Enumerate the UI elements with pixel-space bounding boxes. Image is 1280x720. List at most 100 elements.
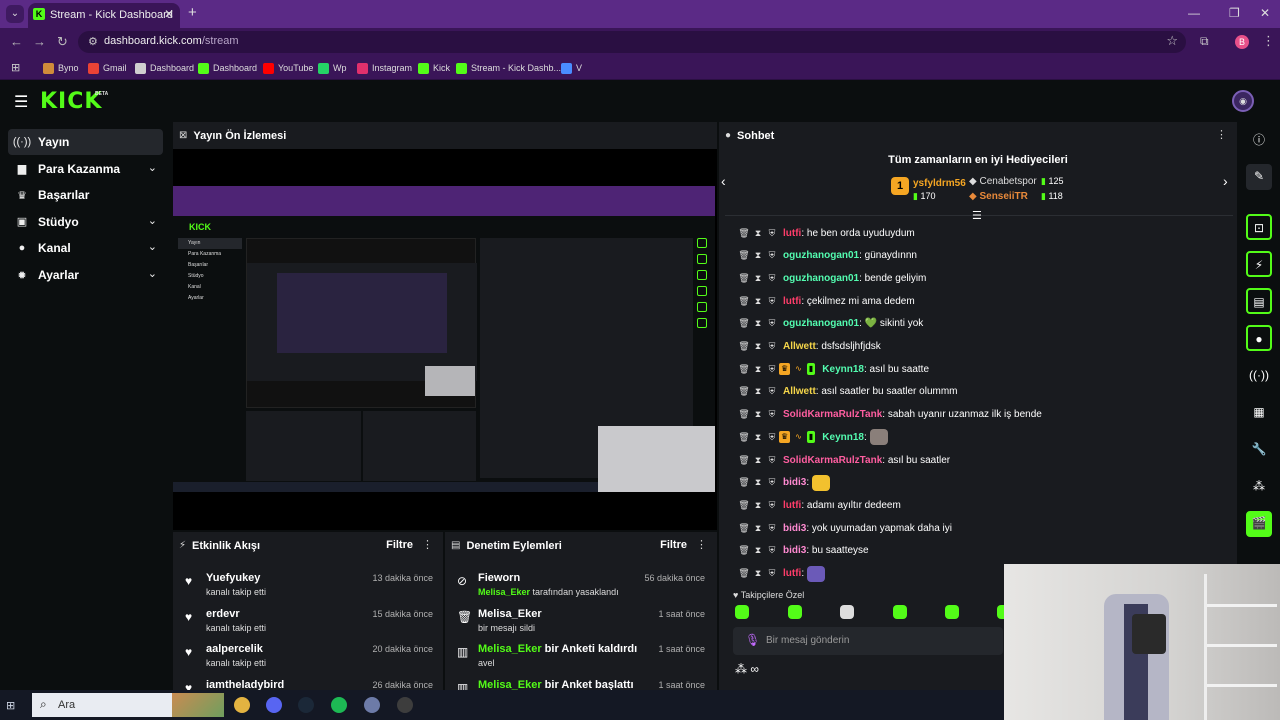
browser-menu-icon[interactable]: ⋮ <box>1262 33 1275 49</box>
timeout-icon[interactable]: ⧗ <box>751 273 765 284</box>
delete-message-icon[interactable]: 🗑 <box>737 296 751 307</box>
timeout-icon[interactable]: ⧗ <box>751 477 765 488</box>
address-bar[interactable]: ⚙ dashboard.kick.com/stream ☆ <box>78 31 1186 53</box>
shield-icon[interactable]: ⛨ <box>765 523 779 534</box>
back-icon[interactable]: ← <box>10 34 23 49</box>
chat-message[interactable]: 🗑 ⧗ ⛨ ♛ ∿ ▮ Keynn18: asıl bu saatte <box>737 359 1217 379</box>
chat-username[interactable]: Keynn18 <box>822 364 864 375</box>
flash-icon[interactable]: ⚡ <box>1246 251 1272 277</box>
close-tab-icon[interactable]: ✕ <box>164 7 174 21</box>
chat-message[interactable]: 🗑 ⧗ ⛨ SolidKarmaRulzTank: asıl bu saatler <box>737 450 1217 470</box>
bookmark-item[interactable]: YouTube <box>263 61 313 75</box>
apps-grid-icon[interactable]: ⊞ <box>11 61 20 74</box>
delete-message-icon[interactable]: 🗑 <box>737 455 751 466</box>
chat-username[interactable]: SolidKarmaRulzTank <box>783 455 882 466</box>
delete-message-icon[interactable]: 🗑 <box>737 409 751 420</box>
shield-icon[interactable]: ⛨ <box>765 545 779 556</box>
taskbar-search[interactable]: ⌕ Ara <box>32 693 224 717</box>
emote-icon[interactable] <box>840 605 854 619</box>
emote-icon[interactable] <box>893 605 907 619</box>
broadcast-toggle-icon[interactable]: ((·)) <box>1246 363 1272 389</box>
bookmark-item[interactable]: Dashboard <box>198 61 257 75</box>
chat-input[interactable]: 🎙 Bir mesaj gönderin <box>733 627 1003 655</box>
wrench-icon[interactable]: 🔧 <box>1246 437 1272 463</box>
shield-icon[interactable]: ⛨ <box>765 318 779 329</box>
spotify-icon[interactable] <box>331 697 347 713</box>
delete-message-icon[interactable]: 🗑 <box>737 477 751 488</box>
chat-message[interactable]: 🗑 ⧗ ⛨ lutfi: he ben orda uyuduydum <box>737 223 1217 243</box>
timeout-icon[interactable]: ⧗ <box>751 250 765 261</box>
shield-icon[interactable]: ⛨ <box>765 364 779 375</box>
moderation-user[interactable]: Melisa_Eker <box>478 608 542 620</box>
sidebar-item[interactable]: ● Kanal ⌄ <box>8 235 163 261</box>
chat-username[interactable]: Allwett <box>783 386 816 397</box>
timeout-icon[interactable]: ⧗ <box>751 568 765 579</box>
reload-icon[interactable]: ↻ <box>57 34 68 50</box>
shield-icon[interactable]: ⛨ <box>765 386 779 397</box>
third-gifter-name[interactable]: ◆ SenseiiTR <box>969 191 1028 202</box>
sidebar-item[interactable]: ✹ Ayarlar ⌄ <box>8 262 163 288</box>
chat-toggle-icon[interactable]: ● <box>1246 325 1272 351</box>
timeout-icon[interactable]: ⧗ <box>751 364 765 375</box>
chat-username[interactable]: bidi3 <box>783 545 806 556</box>
activity-user[interactable]: erdevr <box>206 608 240 620</box>
bookmark-item[interactable]: Gmail <box>88 61 127 75</box>
pinned-indicator-icon[interactable]: ☰ <box>972 209 982 222</box>
chat-username[interactable]: Keynn18 <box>822 432 864 443</box>
delete-message-icon[interactable]: 🗑 <box>737 386 751 397</box>
moderation-row[interactable]: ⊘ Fieworn Melisa_Eker tarafından yasakland… <box>445 570 717 605</box>
chat-message[interactable]: 🗑 ⧗ ⛨ ♛ ∿ ▮ Keynn18: <box>737 427 1217 447</box>
bookmark-item[interactable]: Byno <box>43 61 79 75</box>
emote-icon[interactable] <box>735 605 749 619</box>
restore-icon[interactable]: ❐ <box>1229 6 1240 20</box>
bookmark-item[interactable]: Dashboard <box>135 61 194 75</box>
shield-icon[interactable]: ⛨ <box>765 228 779 239</box>
clapperboard-icon[interactable]: 🎬 <box>1246 511 1272 537</box>
bookmark-item[interactable]: Stream - Kick Dashb... <box>456 61 561 75</box>
top-gifter-name[interactable]: ysfyldrm56 <box>913 178 966 189</box>
moderation-filter-button[interactable]: Filtre <box>660 539 687 551</box>
activity-more-icon[interactable]: ⋮ <box>422 538 433 551</box>
activity-row[interactable]: ♥ aalpercelik kanalı takip etti 20 dakika ö… <box>173 641 443 676</box>
chat-message[interactable]: 🗑 ⧗ ⛨ lutfi: çekilmez mi ama dedem <box>737 291 1217 311</box>
start-icon[interactable]: ⊞ <box>6 699 15 712</box>
microphone-icon[interactable]: 🎙 <box>745 633 760 647</box>
chat-message[interactable]: 🗑 ⧗ ⛨ bidi3: bu saatteyse <box>737 541 1217 561</box>
delete-message-icon[interactable]: 🗑 <box>737 364 751 375</box>
chat-username[interactable]: lutfi <box>783 228 801 239</box>
chat-username[interactable]: oguzhanogan01 <box>783 273 859 284</box>
bookmark-star-icon[interactable]: ☆ <box>1166 33 1178 49</box>
delete-message-icon[interactable]: 🗑 <box>737 318 751 329</box>
activity-user[interactable]: Yuefyukey <box>206 572 260 584</box>
bookmark-item[interactable]: V <box>561 61 582 75</box>
forward-icon[interactable]: → <box>33 34 46 49</box>
tab-search-chevron-icon[interactable]: ⌄ <box>6 5 24 23</box>
shield-icon[interactable]: ⛨ <box>765 409 779 420</box>
user-avatar[interactable]: ◉ <box>1232 90 1254 112</box>
browser-tab[interactable]: K Stream - Kick Dashboard ✕ <box>28 3 180 28</box>
timeout-icon[interactable]: ⧗ <box>751 318 765 329</box>
timeout-icon[interactable]: ⧗ <box>751 296 765 307</box>
shield-icon[interactable]: ⛨ <box>765 455 779 466</box>
moderation-row[interactable]: ▥ Melisa_Eker bir Anket başlattı 1 saat ön… <box>445 677 717 691</box>
delete-message-icon[interactable]: 🗑 <box>737 523 751 534</box>
hamburger-menu-icon[interactable]: ☰ <box>14 92 28 112</box>
chat-message[interactable]: 🗑 ⧗ ⛨ SolidKarmaRulzTank: sabah uyanır uzan… <box>737 405 1217 425</box>
moderation-row[interactable]: ▥ Melisa_Eker bir Anketi kaldırdı avel 1 sa… <box>445 641 717 676</box>
emote-icon[interactable] <box>945 605 959 619</box>
moderation-user[interactable]: Fieworn <box>478 572 520 584</box>
profile-avatar[interactable]: B <box>1235 35 1249 49</box>
close-window-icon[interactable]: ✕ <box>1260 6 1270 20</box>
chat-username[interactable]: oguzhanogan01 <box>783 250 859 261</box>
sidebar-item[interactable]: ▆ Para Kazanma ⌄ <box>8 156 163 182</box>
chat-username[interactable]: lutfi <box>783 568 801 579</box>
delete-message-icon[interactable]: 🗑 <box>737 432 751 443</box>
chat-message[interactable]: 🗑 ⧗ ⛨ oguzhanogan01: 💚 sikinti yok <box>737 314 1217 334</box>
leaderboard-next-icon[interactable]: › <box>1223 173 1228 189</box>
edit-icon[interactable]: ✎ <box>1246 164 1272 190</box>
kick-logo[interactable]: KICK <box>40 89 102 114</box>
shield-icon[interactable]: ⛨ <box>765 273 779 284</box>
chat-more-icon[interactable]: ⋮ <box>1216 128 1227 141</box>
activity-user[interactable]: iamtheladybird <box>206 679 284 691</box>
delete-message-icon[interactable]: 🗑 <box>737 568 751 579</box>
